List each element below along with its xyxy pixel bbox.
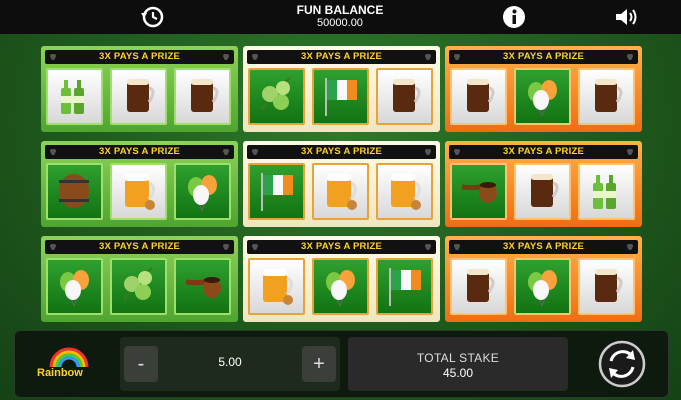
hops-icon <box>123 267 153 301</box>
total-stake-value: 45.00 <box>442 366 474 380</box>
increase-stake-button[interactable]: + <box>302 346 336 382</box>
beer-icon <box>127 79 155 112</box>
beer-symbol-tile <box>578 68 635 125</box>
card-banner: 3X PAYS A PRIZE <box>45 50 234 64</box>
balloons-icon <box>188 175 217 212</box>
balloons-icon <box>60 270 89 307</box>
scratch-card[interactable]: 3X PAYS A PRIZE <box>243 46 440 132</box>
refresh-icon[interactable] <box>597 339 647 389</box>
beer-symbol-tile <box>514 163 571 220</box>
stake-value: 5.00 <box>218 355 242 369</box>
card-banner: 3X PAYS A PRIZE <box>45 240 234 254</box>
decrease-stake-button[interactable]: - <box>124 346 158 382</box>
banner-text: 3X PAYS A PRIZE <box>301 146 382 157</box>
bottles-symbol-tile <box>578 163 635 220</box>
pipe-symbol-tile <box>450 163 507 220</box>
scratch-card[interactable]: 3X PAYS A PRIZE <box>243 236 440 322</box>
hops-symbol-tile <box>248 68 305 125</box>
banner-text: 3X PAYS A PRIZE <box>301 51 382 62</box>
balloons-symbol-tile <box>514 68 571 125</box>
rainbow-logo: Rainbow <box>37 347 89 379</box>
hops-icon <box>261 77 291 111</box>
card-banner: 3X PAYS A PRIZE <box>45 145 234 159</box>
balance-value: 50000.00 <box>317 17 363 29</box>
svg-text:Rainbow: Rainbow <box>37 367 83 379</box>
history-icon[interactable] <box>138 3 166 31</box>
bottom-bar: Rainbow - 5.00 + TOTAL STAKE 45.00 <box>14 330 669 398</box>
hops-symbol-tile <box>110 258 167 315</box>
card-banner: 3X PAYS A PRIZE <box>449 50 638 64</box>
balloons-symbol-tile <box>514 258 571 315</box>
banner-text: 3X PAYS A PRIZE <box>99 241 180 252</box>
card-banner: 3X PAYS A PRIZE <box>449 145 638 159</box>
pipe-icon <box>461 182 497 203</box>
beer-symbol-tile <box>110 68 167 125</box>
total-stake-box: TOTAL STAKE 45.00 <box>348 337 568 391</box>
beer-icon <box>531 174 559 207</box>
barrel-symbol-tile <box>46 163 103 220</box>
balloons-symbol-tile <box>174 163 231 220</box>
banner-text: 3X PAYS A PRIZE <box>301 241 382 252</box>
barrel-icon <box>59 174 89 208</box>
balance-display: FUN BALANCE 50000.00 <box>260 3 420 30</box>
bottles-icon <box>61 80 84 114</box>
flag-icon <box>389 268 421 306</box>
beer-icon <box>191 79 219 112</box>
lager-symbol-tile <box>312 163 369 220</box>
bottles-icon <box>593 175 616 209</box>
lager-icon <box>391 174 421 210</box>
sound-icon[interactable] <box>612 3 640 31</box>
scratch-card[interactable]: 3X PAYS A PRIZE <box>41 141 238 227</box>
balance-label: FUN BALANCE <box>296 3 384 17</box>
lager-symbol-tile <box>248 258 305 315</box>
scratch-card[interactable]: 3X PAYS A PRIZE <box>243 141 440 227</box>
beer-symbol-tile <box>376 68 433 125</box>
scratch-card[interactable]: 3X PAYS A PRIZE <box>445 46 642 132</box>
flag-symbol-tile <box>248 163 305 220</box>
info-icon[interactable] <box>500 3 528 31</box>
pipe-icon <box>185 277 221 298</box>
stake-selector: - 5.00 + <box>120 337 340 391</box>
beer-icon <box>467 79 495 112</box>
balloons-icon <box>528 270 557 307</box>
balloons-icon <box>528 80 557 117</box>
flag-icon <box>261 173 293 211</box>
beer-icon <box>393 79 421 112</box>
banner-text: 3X PAYS A PRIZE <box>503 51 584 62</box>
banner-text: 3X PAYS A PRIZE <box>503 146 584 157</box>
total-stake-label: TOTAL STAKE <box>416 351 500 365</box>
flag-symbol-tile <box>312 68 369 125</box>
card-banner: 3X PAYS A PRIZE <box>247 50 436 64</box>
beer-symbol-tile <box>578 258 635 315</box>
beer-icon <box>467 269 495 302</box>
scratch-card[interactable]: 3X PAYS A PRIZE <box>41 236 238 322</box>
card-banner: 3X PAYS A PRIZE <box>449 240 638 254</box>
flag-icon <box>325 78 357 116</box>
card-banner: 3X PAYS A PRIZE <box>247 240 436 254</box>
balloons-symbol-tile <box>46 258 103 315</box>
beer-symbol-tile <box>450 68 507 125</box>
top-bar: FUN BALANCE 50000.00 <box>0 0 681 34</box>
lager-icon <box>263 269 293 305</box>
balloons-icon <box>326 270 355 307</box>
scratch-card[interactable]: 3X PAYS A PRIZE <box>445 236 642 322</box>
balloons-symbol-tile <box>312 258 369 315</box>
beer-icon <box>595 79 623 112</box>
banner-text: 3X PAYS A PRIZE <box>99 51 180 62</box>
beer-symbol-tile <box>174 68 231 125</box>
bottles-symbol-tile <box>46 68 103 125</box>
lager-symbol-tile <box>110 163 167 220</box>
beer-symbol-tile <box>450 258 507 315</box>
flag-symbol-tile <box>376 258 433 315</box>
banner-text: 3X PAYS A PRIZE <box>503 241 584 252</box>
lager-symbol-tile <box>376 163 433 220</box>
card-banner: 3X PAYS A PRIZE <box>247 145 436 159</box>
pipe-symbol-tile <box>174 258 231 315</box>
beer-icon <box>595 269 623 302</box>
scratch-card[interactable]: 3X PAYS A PRIZE <box>445 141 642 227</box>
banner-text: 3X PAYS A PRIZE <box>99 146 180 157</box>
lager-icon <box>327 174 357 210</box>
lager-icon <box>125 174 155 210</box>
scratch-card[interactable]: 3X PAYS A PRIZE <box>41 46 238 132</box>
